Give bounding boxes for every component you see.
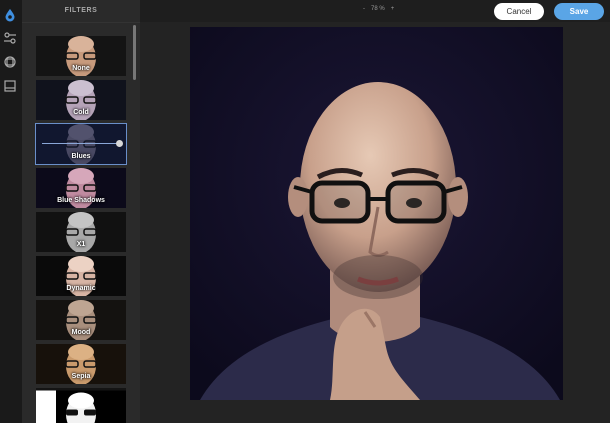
filter-label: Blue Shadows [57,197,105,204]
intensity-slider-track[interactable] [42,143,120,144]
filter-thumb-cold[interactable]: Cold [36,80,126,120]
zoom-out-button[interactable]: - [363,6,365,12]
filter-thumb-sepia[interactable]: Sepia [36,344,126,384]
filter-thumb-none[interactable]: None [36,36,126,76]
filter-thumb-blue-shadows[interactable]: Blue Shadows [36,168,126,208]
intensity-slider-knob[interactable] [116,140,123,147]
zoom-level: 78 % [371,6,385,12]
crop-icon[interactable] [3,55,17,69]
panel-scrollbar[interactable] [133,25,136,80]
filter-label: None [72,65,90,72]
filter-thumb-mood[interactable]: Mood [36,300,126,340]
canvas-area [140,22,610,423]
divider [22,22,140,23]
filter-thumb-partial[interactable] [36,388,126,423]
filter-label: Dynamic [66,285,96,292]
save-button[interactable]: Save [554,3,604,20]
cancel-button[interactable]: Cancel [494,3,544,20]
frame-icon[interactable] [3,79,17,93]
panel-title: FILTERS [64,7,98,14]
filter-label: Sepia [71,373,91,380]
zoom-in-button[interactable]: + [391,6,395,12]
zoom-control: -78 % + [360,6,397,12]
filter-label: Blues [71,153,91,160]
tool-rail [0,0,22,423]
filter-thumb-dynamic[interactable]: Dynamic [36,256,126,296]
filter-label: Mood [71,329,91,336]
filter-drop-icon[interactable] [3,8,17,22]
filter-label: Cold [73,109,89,116]
adjust-icon[interactable] [3,31,17,45]
filter-label: X1 [76,241,86,248]
filter-thumb-x1[interactable]: X1 [36,212,126,252]
filter-thumb-blues[interactable]: Blues [35,123,127,165]
photo-editor: FILTERS None Cold Blues Blue Shadows X1 … [0,0,610,423]
top-toolbar: -78 % + Cancel Save [140,0,610,22]
edited-photo[interactable] [190,27,563,400]
